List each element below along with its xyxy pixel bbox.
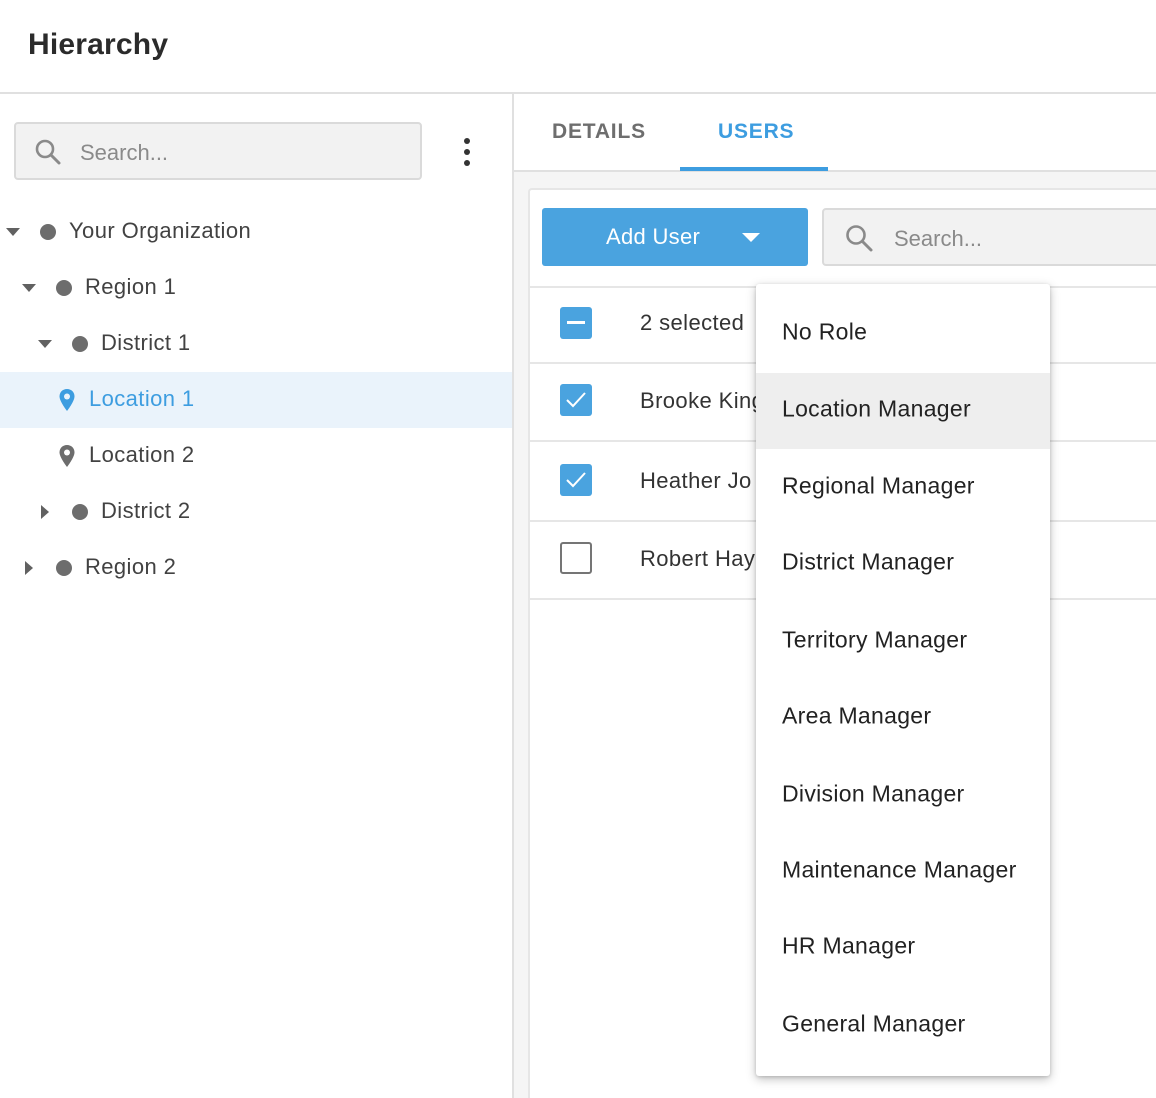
user-name: Brooke King bbox=[640, 388, 765, 413]
page-title: Hierarchy bbox=[28, 28, 169, 61]
user-checkbox[interactable] bbox=[560, 464, 592, 496]
select-all-checkbox[interactable] bbox=[560, 307, 592, 339]
user-name: Robert Hay bbox=[640, 546, 756, 571]
user-search-placeholder: Search... bbox=[894, 226, 983, 251]
sidebar-search-placeholder: Search... bbox=[80, 140, 169, 165]
tree-item-label: District 1 bbox=[101, 330, 191, 355]
tab-bar: DETAILS USERS bbox=[514, 94, 1156, 172]
search-icon bbox=[846, 225, 873, 252]
user-checkbox[interactable] bbox=[560, 384, 592, 416]
location-pin-icon bbox=[59, 445, 75, 467]
checkmark-icon bbox=[566, 472, 586, 488]
menu-item-location-manager[interactable]: Location Manager bbox=[756, 373, 1050, 449]
chevron-right-icon[interactable] bbox=[41, 505, 49, 519]
menu-item-no-role[interactable]: No Role bbox=[756, 296, 1050, 372]
hierarchy-sidebar: Search... Your Organization Region 1 Dis… bbox=[0, 94, 512, 1098]
menu-item-hr-manager[interactable]: HR Manager bbox=[756, 910, 1050, 986]
tree-item-label: Region 2 bbox=[85, 554, 177, 579]
tree-item-label: Location 2 bbox=[89, 442, 195, 467]
tree-item-region-2[interactable]: Region 2 bbox=[0, 540, 512, 596]
user-search-input[interactable]: Search... bbox=[822, 208, 1156, 266]
selected-count: 2 selected bbox=[640, 310, 745, 335]
menu-item-maintenance-manager[interactable]: Maintenance Manager bbox=[756, 834, 1050, 910]
indeterminate-icon bbox=[567, 321, 585, 324]
menu-item-regional-manager[interactable]: Regional Manager bbox=[756, 450, 1050, 526]
page-header: Hierarchy bbox=[0, 0, 1156, 94]
search-icon bbox=[35, 139, 61, 165]
tree-item-label: Location 1 bbox=[89, 386, 195, 411]
sidebar-search-input[interactable]: Search... bbox=[14, 122, 422, 180]
tree-item-your-organization[interactable]: Your Organization bbox=[0, 204, 512, 260]
menu-item-division-manager[interactable]: Division Manager bbox=[756, 758, 1050, 834]
node-dot-icon bbox=[56, 560, 72, 576]
tree-item-label: District 2 bbox=[101, 498, 191, 523]
tree-item-location-1[interactable]: Location 1 bbox=[0, 372, 512, 428]
node-dot-icon bbox=[72, 336, 88, 352]
tree-item-district-1[interactable]: District 1 bbox=[0, 316, 512, 372]
user-name: Heather Jo bbox=[640, 468, 752, 493]
menu-item-area-manager[interactable]: Area Manager bbox=[756, 680, 1050, 756]
tab-users[interactable]: USERS bbox=[718, 120, 794, 144]
chevron-right-icon[interactable] bbox=[25, 561, 33, 575]
menu-item-general-manager[interactable]: General Manager bbox=[756, 988, 1050, 1064]
tree-item-location-2[interactable]: Location 2 bbox=[0, 428, 512, 484]
tree-item-region-1[interactable]: Region 1 bbox=[0, 260, 512, 316]
tree-item-label: Region 1 bbox=[85, 274, 177, 299]
node-dot-icon bbox=[72, 504, 88, 520]
more-options-icon[interactable] bbox=[456, 136, 478, 168]
add-user-label: Add User bbox=[606, 224, 701, 249]
caret-down-icon[interactable] bbox=[742, 233, 760, 242]
active-tab-indicator bbox=[680, 167, 828, 171]
menu-item-district-manager[interactable]: District Manager bbox=[756, 526, 1050, 602]
chevron-down-icon[interactable] bbox=[6, 228, 20, 236]
node-dot-icon bbox=[56, 280, 72, 296]
chevron-down-icon[interactable] bbox=[38, 340, 52, 348]
chevron-down-icon[interactable] bbox=[22, 284, 36, 292]
role-dropdown-menu: No Role Location Manager Regional Manage… bbox=[756, 284, 1050, 1076]
checkmark-icon bbox=[566, 392, 586, 408]
tree-item-label: Your Organization bbox=[69, 218, 252, 243]
add-user-button[interactable]: Add User bbox=[542, 208, 808, 266]
node-dot-icon bbox=[40, 224, 56, 240]
tree-item-district-2[interactable]: District 2 bbox=[0, 484, 512, 540]
tab-details[interactable]: DETAILS bbox=[552, 120, 646, 144]
menu-item-territory-manager[interactable]: Territory Manager bbox=[756, 604, 1050, 680]
user-checkbox[interactable] bbox=[560, 542, 592, 574]
location-pin-icon bbox=[59, 389, 75, 411]
